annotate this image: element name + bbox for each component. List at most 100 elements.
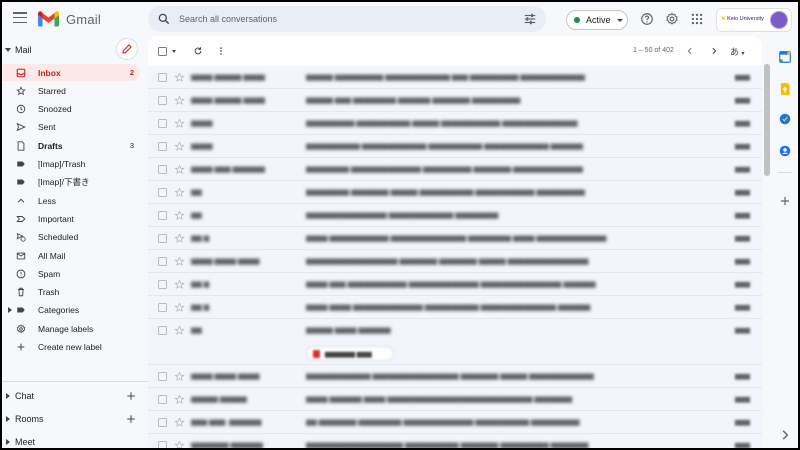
star-icon[interactable]	[174, 302, 185, 313]
sidebar-item-categories[interactable]: Categories	[2, 302, 140, 319]
sidebar-item-starred[interactable]: Starred	[2, 82, 140, 99]
row-checkbox[interactable]	[158, 188, 167, 197]
row-checkbox[interactable]	[158, 372, 167, 381]
apps-grid-icon[interactable]	[690, 12, 704, 26]
message-row[interactable]: ▆▆ ▆ ▆▆▆▆ ▆▆▆▆ ▆▆▆▆▆▆▆▆▆▆▆▆▆ ▆▆▆▆▆▆▆▆▆▆ ▆…	[148, 296, 762, 319]
message-row[interactable]: ▆▆ ▆ ▆▆▆▆ ▆▆▆ ▆▆▆▆▆▆▆▆▆▆▆ ▆▆▆▆▆▆▆▆▆▆▆▆▆ ▆…	[148, 273, 762, 296]
section-rooms[interactable]: Rooms	[2, 411, 142, 427]
snippet-blurred: ▆▆▆▆▆▆▆▆ ▆▆▆▆▆▆▆▆▆▆▆▆▆ ▆▆▆▆▆▆▆▆▆ ▆▆▆▆▆▆▆…	[306, 166, 583, 173]
message-row[interactable]: ▆▆▆▆ ▆▆▆▆ ▆▆▆▆ ▆▆▆▆▆▆▆▆▆▆▆▆▆▆▆▆▆ ▆▆▆▆▆▆▆ …	[148, 250, 762, 273]
row-checkbox[interactable]	[158, 73, 167, 82]
star-icon[interactable]	[174, 187, 185, 198]
row-checkbox[interactable]	[158, 280, 167, 289]
row-checkbox[interactable]	[158, 395, 167, 404]
message-row[interactable]: ▆▆▆▆ ▆▆▆▆▆▆▆▆▆▆ ▆▆▆▆▆▆▆▆▆▆▆▆ ▆▆▆▆▆▆▆▆▆▆ ▆…	[148, 135, 762, 158]
sidebar-item-imap-trash[interactable]: [Imap]/Trash	[2, 156, 140, 173]
sidebar-item-important[interactable]: Important	[2, 210, 140, 227]
sender-blurred: ▆▆ ▆	[191, 304, 210, 311]
sidebar-item-less[interactable]: Less	[2, 192, 140, 209]
date-blurred: ▆▆▆	[735, 442, 750, 448]
message-row[interactable]: ▆▆ ▆ ▆▆▆▆ ▆▆▆▆▆▆▆▆▆▆▆ ▆▆▆▆▆▆▆▆▆▆▆▆▆▆ ▆▆▆▆…	[148, 227, 762, 250]
older-page-icon[interactable]	[685, 46, 695, 56]
star-icon[interactable]	[174, 210, 185, 221]
sidebar-item-imap[interactable]: [Imap]/下書き	[2, 174, 140, 191]
star-icon[interactable]	[174, 164, 185, 175]
star-icon[interactable]	[174, 394, 185, 405]
contacts-icon[interactable]	[778, 144, 792, 158]
status-dropdown[interactable]: Active	[566, 10, 628, 30]
message-row[interactable]: ▆▆ ▆▆▆▆▆▆▆▆ ▆▆▆▆▆▆▆ ▆▆▆▆▆ ▆▆▆▆▆▆▆▆▆▆ ▆▆▆▆…	[148, 181, 762, 204]
search-options-icon[interactable]	[523, 12, 537, 26]
avatar[interactable]	[770, 11, 788, 29]
star-icon[interactable]	[174, 417, 185, 428]
row-checkbox[interactable]	[158, 211, 167, 220]
row-checkbox[interactable]	[158, 119, 167, 128]
row-checkbox[interactable]	[158, 142, 167, 151]
message-row[interactable]: ▆▆▆▆ ▆▆▆▆ ▆▆▆▆ ▆▆▆▆▆▆▆▆▆▆▆▆ ▆▆▆▆▆▆▆▆▆▆▆▆▆…	[148, 365, 762, 388]
message-row[interactable]: ▆▆▆ ▆▆▆. ▆▆▆▆▆▆ ▆▆ ▆▆▆▆▆▆▆ ▆▆▆▆▆▆▆▆ ▆▆▆▆▆…	[148, 411, 762, 434]
message-row[interactable]: ▆▆▆▆ ▆▆▆ ▆▆▆▆▆▆ ▆▆▆▆▆▆▆▆ ▆▆▆▆▆▆▆▆▆▆▆▆▆ ▆▆…	[148, 158, 762, 181]
sidebar-item-sent[interactable]: Sent	[2, 119, 140, 136]
section-meet[interactable]: Meet	[2, 434, 142, 448]
search-input[interactable]	[179, 10, 509, 28]
calendar-icon[interactable]	[778, 50, 792, 64]
star-icon[interactable]	[174, 279, 185, 290]
message-row[interactable]: ▆▆ ▆▆▆▆▆▆▆▆▆▆▆▆▆▆▆ ▆▆▆▆▆▆▆▆▆▆▆▆ ▆▆▆▆▆▆▆▆ ▆…	[148, 204, 762, 227]
add-addon-icon[interactable]	[778, 194, 792, 208]
row-checkbox[interactable]	[158, 303, 167, 312]
input-tools-button[interactable]: あ ▾	[730, 45, 745, 58]
star-icon[interactable]	[174, 440, 185, 448]
sidebar-item-inbox[interactable]: Inbox 2	[2, 64, 140, 81]
search-bar[interactable]	[148, 6, 546, 32]
keep-icon[interactable]	[778, 82, 792, 96]
main-menu-icon[interactable]	[13, 12, 27, 24]
sidebar-item-snoozed[interactable]: Snoozed	[2, 101, 140, 118]
add-rooms-icon[interactable]	[126, 414, 136, 424]
settings-gear-icon[interactable]	[665, 12, 679, 26]
row-checkbox[interactable]	[158, 257, 167, 266]
expand-arrow-icon[interactable]	[8, 307, 12, 314]
account-switcher[interactable]: ✕ Keio University	[716, 8, 792, 32]
sidebar-item-manage-labels[interactable]: Manage labels	[2, 320, 140, 337]
star-icon[interactable]	[174, 141, 185, 152]
message-row[interactable]: ▆▆▆▆ ▆▆▆▆▆ ▆▆▆▆ ▆▆▆▆▆ ▆▆▆ ▆▆▆▆▆▆▆▆ ▆▆▆▆▆▆…	[148, 89, 762, 112]
star-icon[interactable]	[174, 72, 185, 83]
star-icon[interactable]	[174, 118, 185, 129]
select-caret-icon[interactable]	[172, 50, 176, 53]
sidebar-item-scheduled[interactable]: Scheduled	[2, 229, 140, 246]
more-options-icon[interactable]	[216, 46, 226, 56]
sidebar-item-trash[interactable]: Trash	[2, 284, 140, 301]
refresh-icon[interactable]	[193, 46, 203, 56]
tasks-icon[interactable]	[778, 112, 792, 126]
message-row[interactable]: ▆▆▆▆▆ ▆▆▆▆▆ ▆▆▆▆ ▆▆▆▆▆▆ ▆▆▆▆ ▆▆▆▆▆▆▆▆▆▆▆▆…	[148, 388, 762, 411]
add-chat-icon[interactable]	[126, 391, 136, 401]
star-icon[interactable]	[174, 95, 185, 106]
row-checkbox[interactable]	[158, 96, 167, 105]
search-icon[interactable]	[157, 12, 171, 26]
compose-button[interactable]	[116, 38, 138, 60]
row-checkbox[interactable]	[158, 165, 167, 174]
help-icon[interactable]	[640, 12, 654, 26]
star-icon[interactable]	[174, 233, 185, 244]
message-row[interactable]: ▆▆▆▆▆▆▆ ▆▆▆▆▆▆ ▆▆▆▆▆▆▆▆▆▆▆▆▆▆▆▆▆▆ ▆▆▆▆▆▆▆…	[148, 434, 762, 448]
sidebar-item-all-mail[interactable]: All Mail	[2, 247, 140, 264]
gmail-logo[interactable]: Gmail	[38, 10, 101, 28]
attachment-chip[interactable]: ▆▆▆▆▆▆ ▆▆▆	[306, 346, 394, 361]
sidebar-item-spam[interactable]: Spam	[2, 265, 140, 282]
newer-page-icon[interactable]	[709, 46, 719, 56]
star-icon[interactable]	[174, 371, 185, 382]
message-row[interactable]: ▆▆▆▆ ▆▆▆▆▆▆▆▆▆ ▆▆▆▆▆▆▆▆▆▆ ▆▆▆▆▆ ▆▆▆▆▆▆▆▆▆…	[148, 112, 762, 135]
sidebar-item-create-new-label[interactable]: Create new label	[2, 339, 140, 356]
section-chat[interactable]: Chat	[2, 388, 142, 404]
message-row[interactable]: ▆▆ ▆▆▆▆▆ ▆▆▆▆ ▆▆▆▆▆▆ ▆▆▆ ▆▆▆▆▆▆ ▆▆▆	[148, 319, 762, 365]
row-checkbox[interactable]	[158, 326, 167, 335]
message-row[interactable]: ▆▆▆▆ ▆▆▆▆▆ ▆▆▆▆ ▆▆▆▆▆ ▆▆▆▆▆▆▆▆▆ ▆▆▆▆▆▆▆▆▆…	[148, 66, 762, 89]
star-icon[interactable]	[174, 325, 185, 336]
select-all-checkbox[interactable]	[158, 47, 167, 56]
row-checkbox[interactable]	[158, 234, 167, 243]
expand-panel-icon[interactable]	[778, 428, 792, 442]
star-icon[interactable]	[174, 256, 185, 267]
sidebar-item-drafts[interactable]: Drafts 3	[2, 137, 140, 154]
row-checkbox[interactable]	[158, 418, 167, 427]
row-checkbox[interactable]	[158, 441, 167, 448]
